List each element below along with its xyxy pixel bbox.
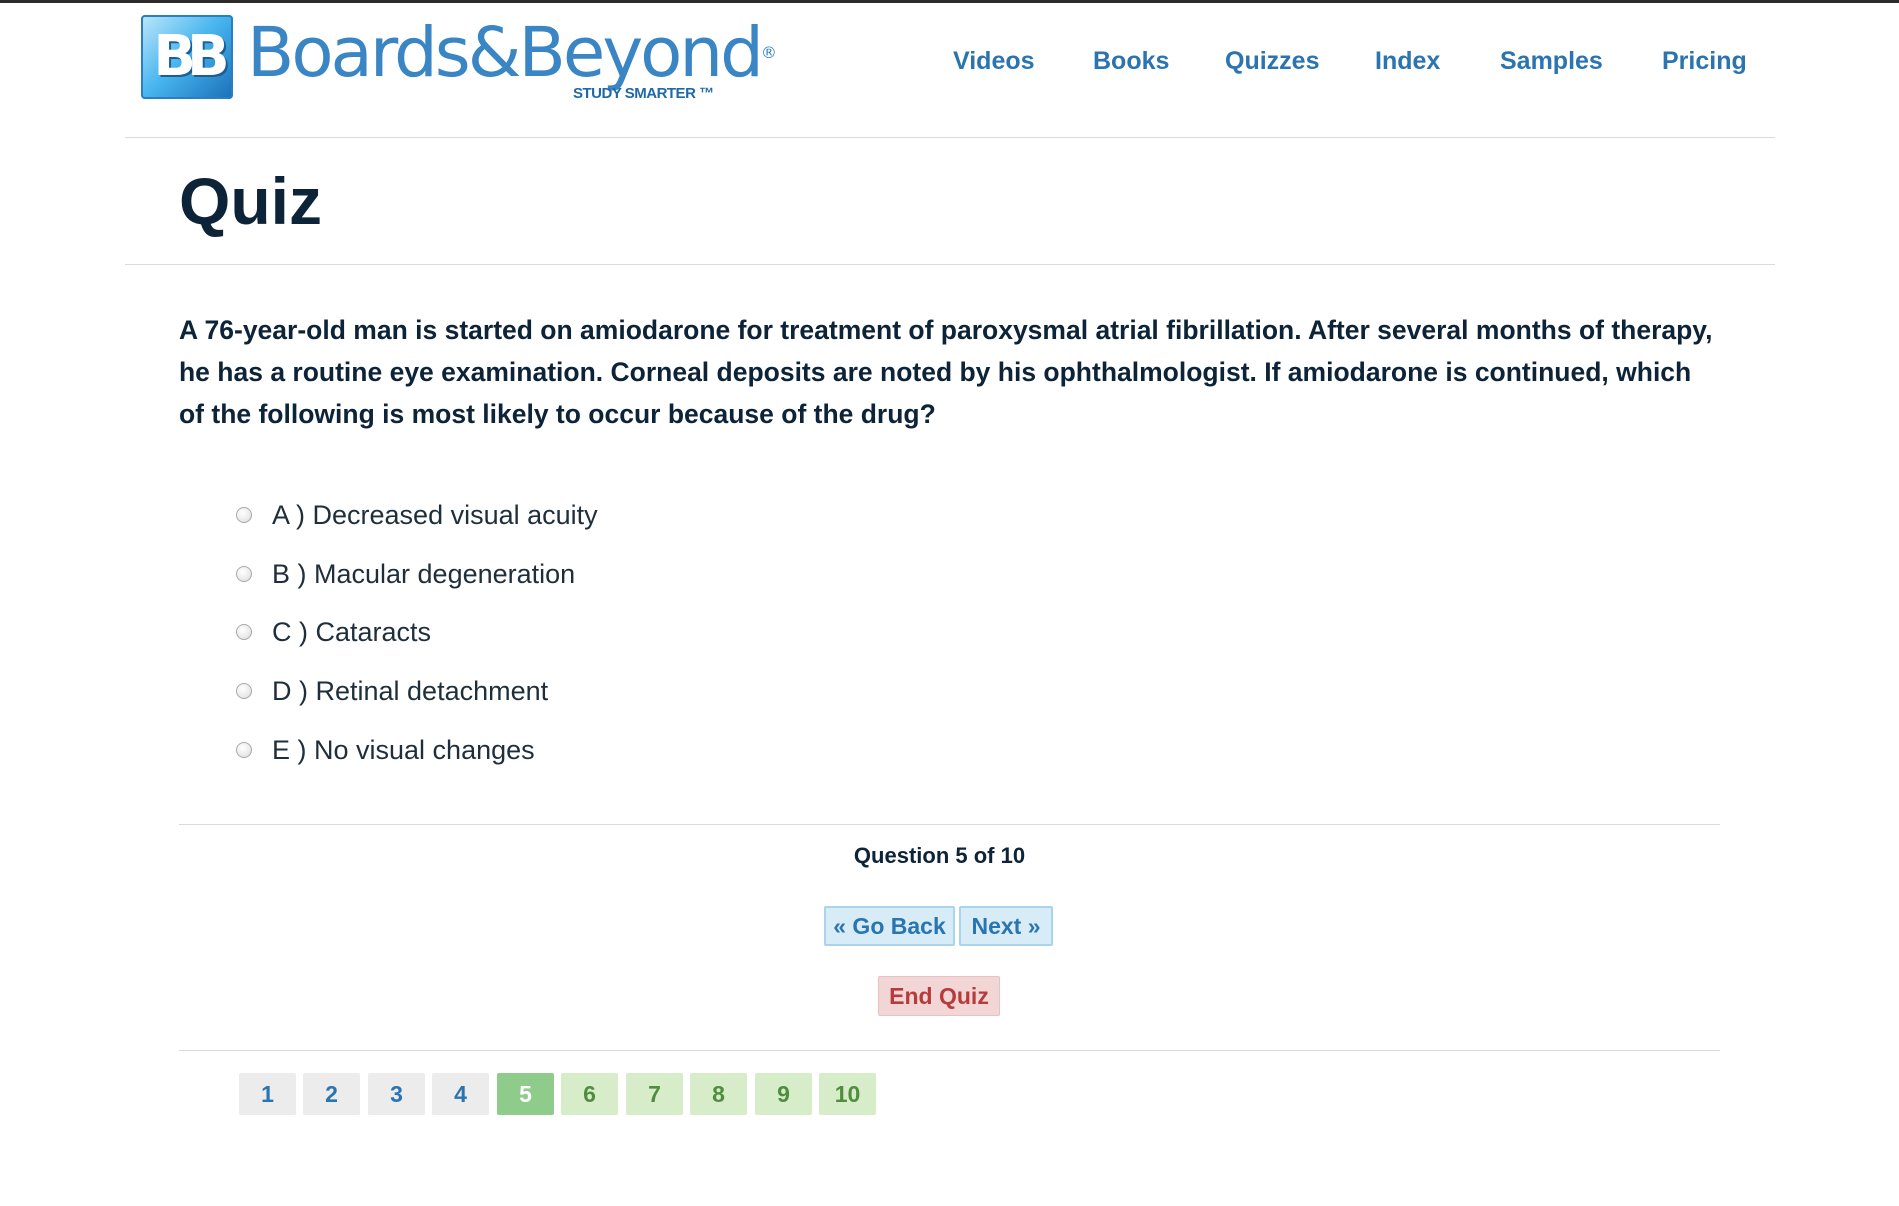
nav-videos[interactable]: Videos <box>953 47 1035 76</box>
radio-button[interactable] <box>236 683 252 699</box>
radio-button[interactable] <box>236 624 252 640</box>
boards-and-beyond-logo[interactable]: BB Boards&Beyond® STUDY SMARTER ™ <box>141 13 777 105</box>
title-divider <box>125 264 1775 265</box>
nav-quizzes[interactable]: Quizzes <box>1225 47 1319 76</box>
option-a[interactable]: A ) Decreased visual acuity <box>236 495 598 535</box>
page-9[interactable]: 9 <box>755 1073 812 1115</box>
option-d[interactable]: D ) Retinal detachment <box>236 671 548 711</box>
page-5-current[interactable]: 5 <box>497 1073 554 1115</box>
nav-samples[interactable]: Samples <box>1500 47 1603 76</box>
page-3[interactable]: 3 <box>368 1073 425 1115</box>
nav-pricing[interactable]: Pricing <box>1662 47 1747 76</box>
page-title: Quiz <box>179 164 322 238</box>
page-6[interactable]: 6 <box>561 1073 618 1115</box>
option-label: C ) Cataracts <box>272 616 432 647</box>
registered-mark: ® <box>760 43 777 62</box>
option-b[interactable]: B ) Macular degeneration <box>236 554 575 594</box>
radio-button[interactable] <box>236 566 252 582</box>
pager-divider <box>179 1050 1720 1051</box>
option-label: A ) Decreased visual acuity <box>272 499 598 530</box>
go-back-button[interactable]: « Go Back <box>824 906 955 946</box>
option-label: E ) No visual changes <box>272 734 535 765</box>
header-divider <box>125 137 1775 138</box>
page-1[interactable]: 1 <box>239 1073 296 1115</box>
page-4[interactable]: 4 <box>432 1073 489 1115</box>
options-divider <box>179 824 1720 825</box>
end-quiz-button[interactable]: End Quiz <box>878 976 1000 1016</box>
nav-books[interactable]: Books <box>1093 47 1169 76</box>
brand-tagline: STUDY SMARTER ™ <box>573 85 714 102</box>
next-button[interactable]: Next » <box>959 906 1053 946</box>
option-label: D ) Retinal detachment <box>272 675 549 706</box>
radio-button[interactable] <box>236 507 252 523</box>
bb-logo-icon: BB <box>141 15 233 99</box>
option-e[interactable]: E ) No visual changes <box>236 730 535 770</box>
brand-name-text: Boards&Beyond <box>247 13 764 93</box>
site-header: BB Boards&Beyond® STUDY SMARTER ™ Videos… <box>0 3 1899 137</box>
page-8[interactable]: 8 <box>690 1073 747 1115</box>
brand-name: Boards&Beyond® <box>247 11 777 95</box>
radio-button[interactable] <box>236 742 252 758</box>
option-c[interactable]: C ) Cataracts <box>236 612 431 652</box>
question-text: A 76-year-old man is started on amiodaro… <box>179 315 1713 429</box>
page-10[interactable]: 10 <box>819 1073 876 1115</box>
question-counter: Question 5 of 10 <box>853 843 1026 868</box>
page-2[interactable]: 2 <box>303 1073 360 1115</box>
page-7[interactable]: 7 <box>626 1073 683 1115</box>
nav-index[interactable]: Index <box>1375 47 1440 76</box>
option-label: B ) Macular degeneration <box>272 558 576 589</box>
